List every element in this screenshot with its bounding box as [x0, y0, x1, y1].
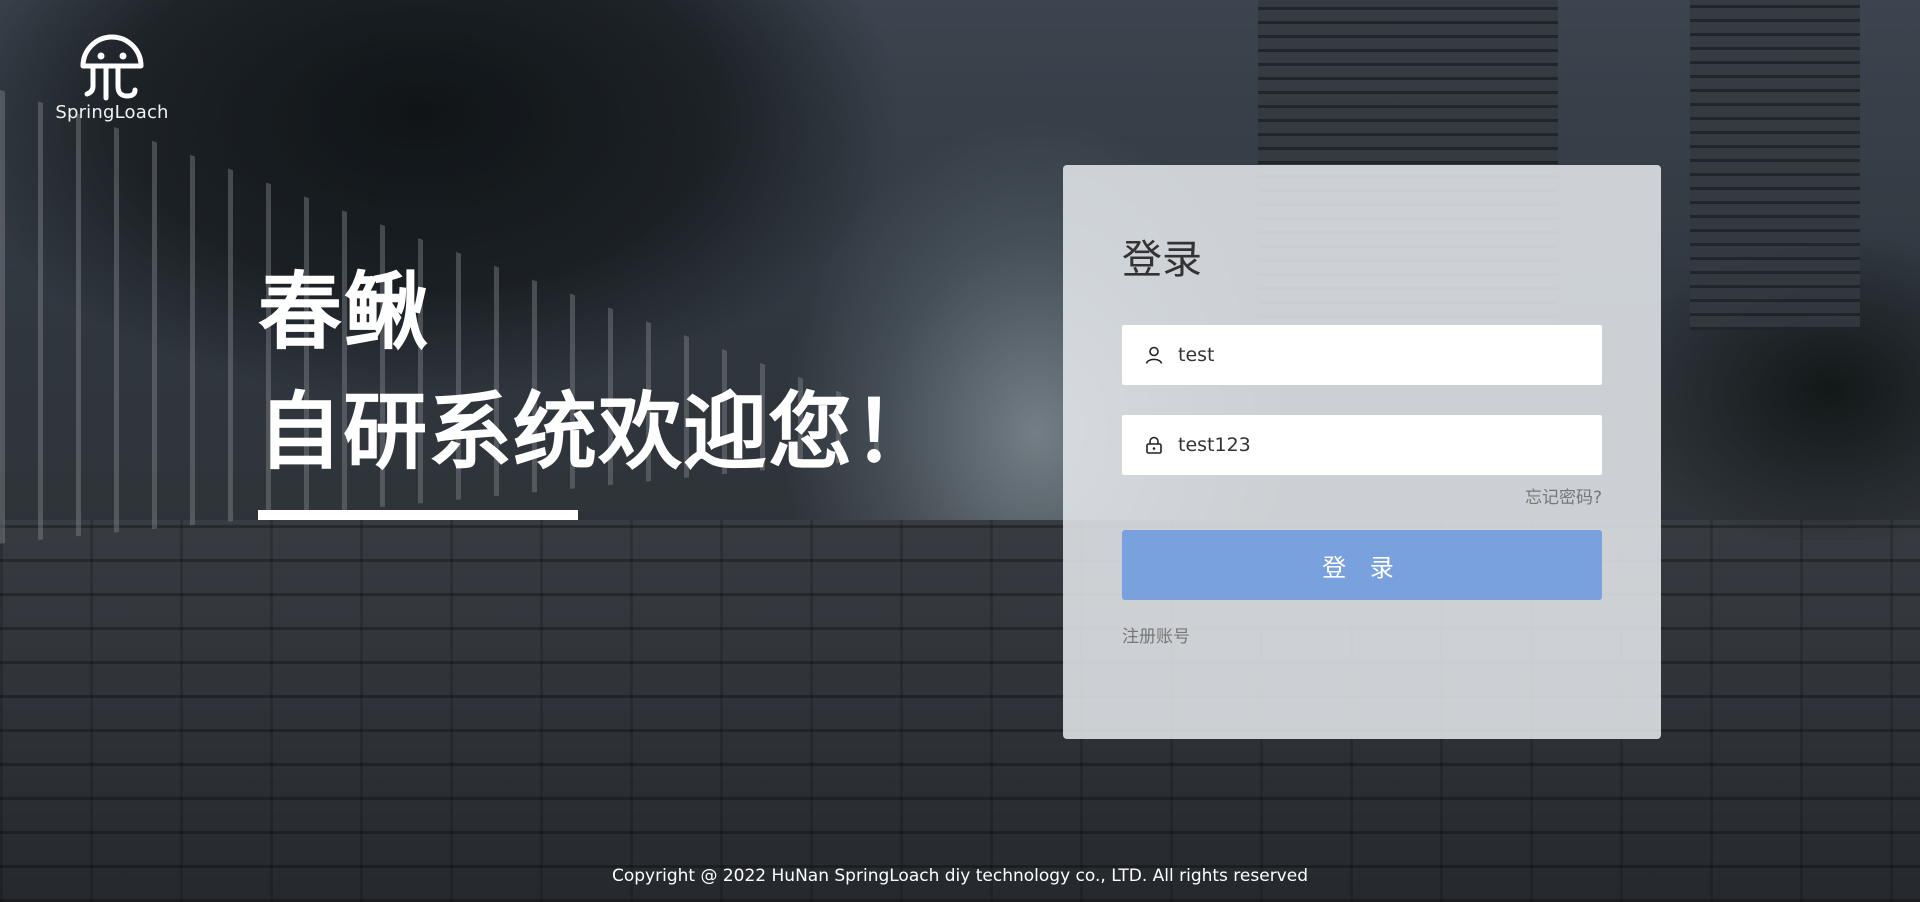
register-link[interactable]: 注册账号 [1122, 622, 1190, 647]
login-title: 登录 [1122, 237, 1202, 283]
hero-welcome: 春鳅 自研系统欢迎您！ [258, 270, 938, 520]
login-card: 登录 忘记密码? 登 录 注册账号 [1063, 165, 1661, 739]
password-input[interactable] [1176, 433, 1580, 457]
hero-subtitle: 自研系统欢迎您！ [258, 383, 939, 481]
logo[interactable]: SpringLoach [52, 30, 172, 123]
forgot-password-link[interactable]: 忘记密码? [1525, 483, 1602, 508]
brand-name: SpringLoach [55, 102, 169, 123]
password-field[interactable] [1122, 415, 1602, 475]
hero-title: 春鳅 [258, 263, 431, 361]
username-input[interactable] [1176, 343, 1580, 367]
jellyfish-icon [80, 34, 144, 101]
footer-copyright: Copyright @ 2022 HuNan SpringLoach diy t… [611, 866, 1308, 886]
user-icon [1144, 345, 1164, 365]
login-button[interactable]: 登 录 [1122, 530, 1602, 600]
hero-underline [258, 510, 578, 520]
username-field[interactable] [1122, 325, 1602, 385]
lock-icon [1144, 435, 1164, 455]
